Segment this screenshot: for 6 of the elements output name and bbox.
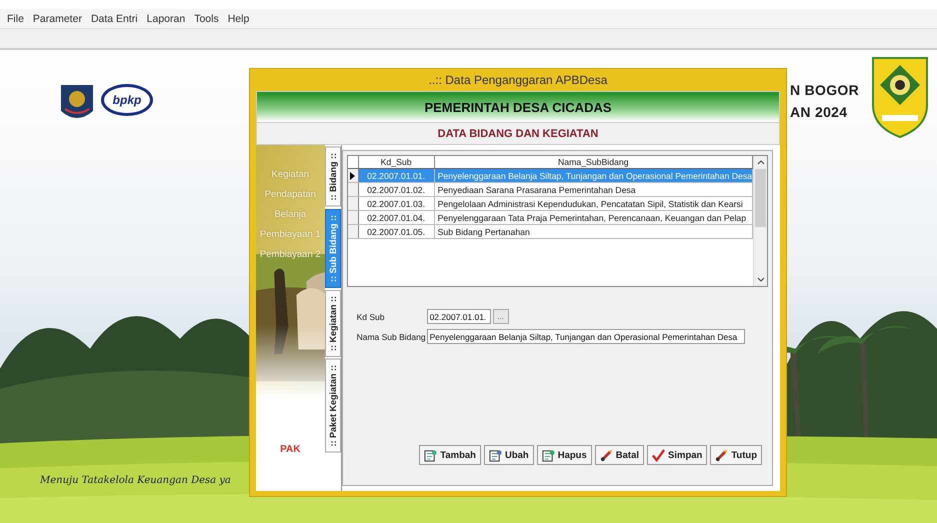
menu-item[interactable]: Parameter [32, 12, 83, 24]
menu-item[interactable]: Tools [193, 12, 220, 24]
menu-item[interactable]: Laporan [146, 12, 186, 24]
menu-item[interactable]: Help [226, 12, 250, 24]
menu-item[interactable]: File [6, 12, 25, 24]
menu-item[interactable]: Data Entri [90, 12, 139, 24]
